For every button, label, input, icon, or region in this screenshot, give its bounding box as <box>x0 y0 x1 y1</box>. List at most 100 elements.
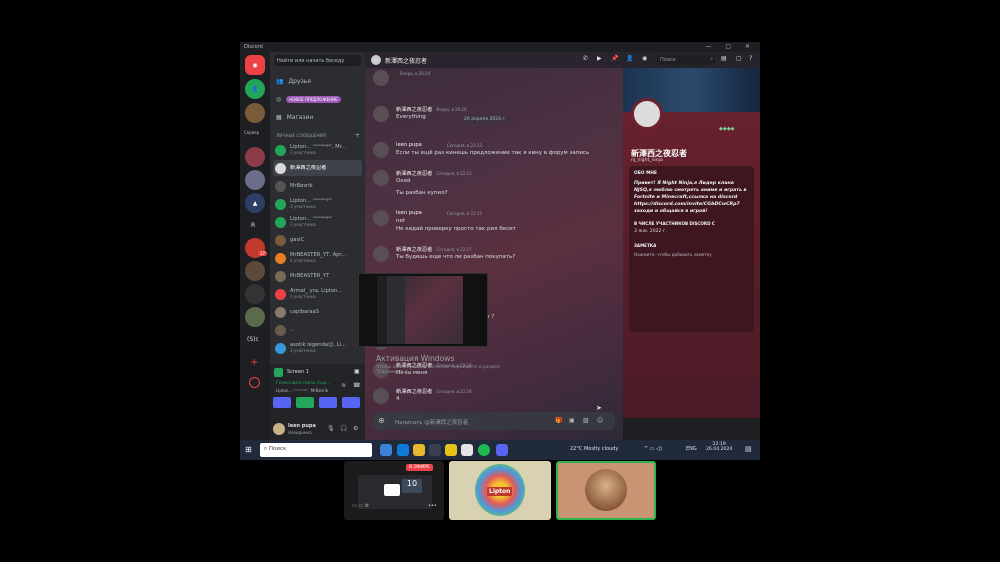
screen-share-button[interactable] <box>296 397 314 408</box>
profile-toggle-icon[interactable]: ◉ <box>642 55 647 62</box>
server-label[interactable]: (S)c <box>247 336 259 343</box>
gif-icon[interactable]: ▣ <box>569 417 575 424</box>
taskview-icon[interactable] <box>380 444 392 456</box>
tile-controls-icons[interactable]: ▭ ▭ ⚙ <box>352 503 369 509</box>
help-icon[interactable]: ? <box>749 55 752 62</box>
dm-item[interactable]: Lipton... ᵐᵉˢˢᵉⁿᵍᵉʳ 3 участника <box>273 214 362 230</box>
camera-icon <box>384 484 400 496</box>
server-icon[interactable]: 👤 <box>245 79 265 99</box>
participant-tile[interactable]: Lipton <box>449 461 551 520</box>
avatar[interactable] <box>373 106 389 122</box>
windows-taskbar: ⊞ ⌕ Поиск 22°C Mostly cloudy ^ ▭ ◁) ENG … <box>240 440 760 460</box>
window-controls[interactable]: — ▢ ✕ <box>705 43 756 50</box>
dm-item[interactable]: capibaraaS <box>273 304 362 320</box>
avatar[interactable] <box>373 210 389 226</box>
server-icon[interactable] <box>245 147 265 167</box>
message-author[interactable]: leen pupa <box>396 142 422 148</box>
dm-item[interactable]: Lipton... ᵐᵉˢˢᵉⁿᵍᵉʳ, Mr... 3 участника <box>273 142 362 158</box>
dm-item[interactable]: Lipton... ᵐᵉˢˢᵉⁿᵍᵉʳ 3 участника <box>273 196 362 212</box>
popout-icon[interactable]: ▣ <box>354 368 360 375</box>
explorer-icon[interactable] <box>413 444 425 456</box>
nav-shop[interactable]: ▦ Магазин <box>276 111 313 123</box>
attach-icon[interactable]: ⊕ <box>378 416 385 425</box>
settings-icon[interactable]: ⚙ <box>353 425 358 432</box>
message-author[interactable]: 新澤西之夜忍者 <box>396 246 432 253</box>
soundboard-button[interactable] <box>342 397 360 408</box>
emoji-icon[interactable]: ☺ <box>597 417 603 424</box>
dm-item[interactable]: asotik legenda😊, Li... 3 участника <box>273 340 362 356</box>
dm-item-selected[interactable]: 新澤西之夜忍者 <box>273 160 362 176</box>
stream-tile-live[interactable]: В ЭФИРЕ 10 ▭ ▭ ⚙ ••• <box>344 461 444 520</box>
pin-icon[interactable]: 📌 <box>611 55 618 62</box>
gift-icon[interactable]: 🎁 <box>555 417 562 424</box>
message-author[interactable]: 新澤西之夜忍者 <box>396 170 432 177</box>
explore-icon[interactable] <box>249 377 260 388</box>
camera-button[interactable] <box>273 397 291 408</box>
app-icon[interactable] <box>445 444 457 456</box>
language-indicator[interactable]: ENG <box>686 446 697 452</box>
voice-status[interactable]: Голосовая связь под... <box>276 381 330 386</box>
server-icon[interactable] <box>245 261 265 281</box>
profile-avatar[interactable] <box>631 98 663 130</box>
clock[interactable]: 22:19 26.04.2024 <box>706 442 732 452</box>
dm-search-input[interactable]: Найти или начать беседу <box>274 55 361 66</box>
windows-start-icon[interactable]: ⊞ <box>245 445 252 454</box>
server-icon[interactable] <box>245 103 265 123</box>
add-server-icon[interactable]: + <box>250 357 258 368</box>
message-author[interactable]: leen pupa <box>396 210 422 216</box>
threads-icon[interactable]: ▢ <box>736 55 742 62</box>
spotify-icon[interactable] <box>478 444 490 456</box>
avatar[interactable] <box>373 388 389 404</box>
note-input[interactable]: Нажмите, чтобы добавить заметку <box>634 252 749 257</box>
taskbar-search[interactable]: ⌕ Поиск <box>260 443 372 457</box>
nav-nitro[interactable]: ◎ НОВОЕ ПРЕДЛОЖЕНИЕ <box>276 93 341 105</box>
avatar[interactable] <box>273 423 285 435</box>
dm-item[interactable]: Armal_ yra, Lipton... 3 участника <box>273 286 362 302</box>
discord-taskbar-icon[interactable] <box>496 444 508 456</box>
chat-search-input[interactable]: Поиск ⌕ <box>657 55 715 65</box>
mic-icon[interactable]: 🎙 <box>327 425 335 432</box>
weather-widget[interactable]: 22°C Mostly cloudy <box>570 446 618 452</box>
nav-friends[interactable]: 👥 Друзья <box>276 75 311 87</box>
video-call-icon[interactable]: ▶ <box>597 55 602 62</box>
server-icon[interactable]: ▲ <box>245 193 265 213</box>
headphones-icon[interactable]: 🎧 <box>340 425 347 432</box>
add-dm-icon[interactable]: + <box>355 132 360 139</box>
notifications-icon[interactable]: ▤ <box>745 445 752 453</box>
chat-message[interactable]: 新澤西之夜忍者 Сегодня, в 22:18 4 <box>373 388 613 412</box>
server-icon[interactable] <box>245 284 265 304</box>
message-author[interactable]: 新澤西之夜忍者 <box>396 106 432 113</box>
dm-item[interactable]: MrBesrik <box>273 178 362 194</box>
avatar[interactable] <box>373 170 389 186</box>
store-icon[interactable] <box>429 444 441 456</box>
edge-icon[interactable] <box>397 444 409 456</box>
dm-item[interactable]: MrBEASTER_YT, Apr... 4 участника <box>273 250 362 266</box>
chat-message[interactable]: leen pupa Сегодня, в 22:13 Если ты ещё раз… <box>373 142 613 166</box>
message-composer[interactable]: ⊕ Написать @新澤西之夜忍者 🎁 ▣ ▧ ☺ <box>373 412 615 430</box>
avatar[interactable] <box>373 142 389 158</box>
server-icon[interactable] <box>245 307 265 327</box>
activity-button[interactable] <box>319 397 337 408</box>
app-icon[interactable] <box>461 444 473 456</box>
dm-item[interactable]: gasiC <box>273 232 362 248</box>
discord-home-icon[interactable]: ◉ <box>245 55 265 75</box>
tray-icons[interactable]: ^ ▭ ◁) <box>644 446 662 452</box>
message-author[interactable]: 新澤西之夜忍者 <box>396 388 432 395</box>
more-icon[interactable]: ••• <box>428 503 437 509</box>
disconnect-icon[interactable]: ☎ <box>353 382 360 389</box>
avatar[interactable] <box>373 70 389 86</box>
avatar[interactable] <box>373 246 389 262</box>
chat-message[interactable]: 新澤西之夜忍者 Сегодня, в 22:17 Ты будешь еще что… <box>373 246 613 270</box>
server-icon[interactable] <box>245 170 265 190</box>
server-label[interactable]: R <box>251 222 255 229</box>
chat-message[interactable]: Вчера, в 20:24 <box>373 70 613 94</box>
voice-call-icon[interactable]: ✆ <box>583 55 588 62</box>
add-friend-icon[interactable]: 👤 <box>626 55 633 62</box>
dm-item[interactable]: MrBEASTER_YT <box>273 268 362 284</box>
participant-tile-speaking[interactable] <box>556 461 656 520</box>
stream-preview[interactable] <box>358 273 488 347</box>
sticker-icon[interactable]: ▧ <box>583 417 589 424</box>
noise-icon[interactable]: ≋ <box>341 382 346 389</box>
dm-item[interactable]: .. <box>273 322 362 338</box>
inbox-icon[interactable]: ▤ <box>721 55 727 62</box>
